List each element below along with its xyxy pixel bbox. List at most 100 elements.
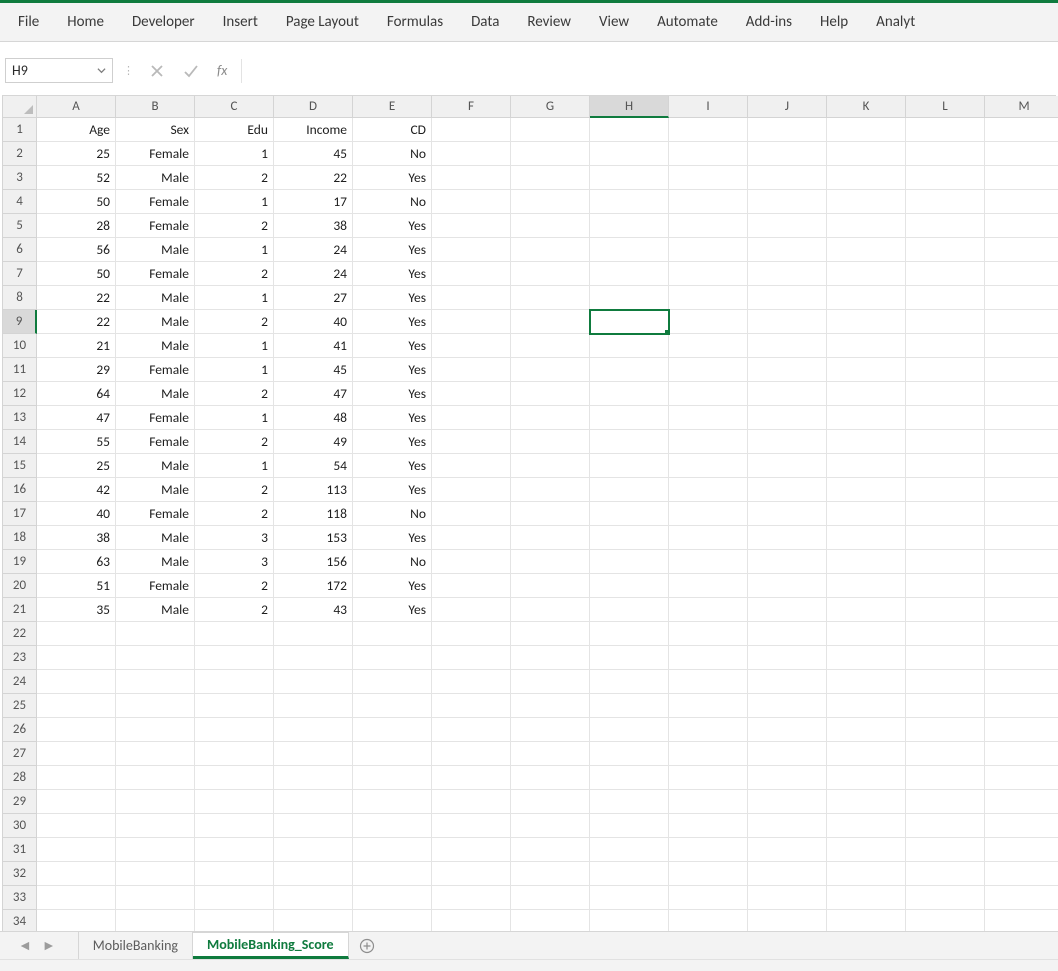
cell-K22[interactable] [827,622,906,646]
cell-D24[interactable] [274,670,353,694]
cell-D22[interactable] [274,622,353,646]
row-header-4[interactable]: 4 [3,190,37,214]
cell-G8[interactable] [511,286,590,310]
cell-E4[interactable]: No [353,190,432,214]
row-header-13[interactable]: 13 [3,406,37,430]
cell-B5[interactable]: Female [116,214,195,238]
cell-L17[interactable] [906,502,985,526]
cell-H1[interactable] [590,118,669,142]
cell-G26[interactable] [511,718,590,742]
cell-F2[interactable] [432,142,511,166]
cell-I25[interactable] [669,694,748,718]
cell-M17[interactable] [985,502,1058,526]
cell-C29[interactable] [195,790,274,814]
cell-I8[interactable] [669,286,748,310]
cell-K11[interactable] [827,358,906,382]
row-header-23[interactable]: 23 [3,646,37,670]
row-header-16[interactable]: 16 [3,478,37,502]
cell-M3[interactable] [985,166,1058,190]
cell-L12[interactable] [906,382,985,406]
ribbon-tab-automate[interactable]: Automate [643,3,732,41]
cell-A21[interactable]: 35 [37,598,116,622]
cell-H30[interactable] [590,814,669,838]
cell-B14[interactable]: Female [116,430,195,454]
ribbon-tab-developer[interactable]: Developer [118,3,209,41]
column-header-L[interactable]: L [906,96,985,118]
cell-A15[interactable]: 25 [37,454,116,478]
cell-G17[interactable] [511,502,590,526]
drag-handle-icon[interactable]: ⋮ [113,64,143,77]
cell-C24[interactable] [195,670,274,694]
cell-I5[interactable] [669,214,748,238]
cell-C23[interactable] [195,646,274,670]
cell-L24[interactable] [906,670,985,694]
cell-E30[interactable] [353,814,432,838]
cell-K3[interactable] [827,166,906,190]
cell-G2[interactable] [511,142,590,166]
cell-B3[interactable]: Male [116,166,195,190]
cell-I24[interactable] [669,670,748,694]
cell-B31[interactable] [116,838,195,862]
cell-E32[interactable] [353,862,432,886]
cell-F14[interactable] [432,430,511,454]
cell-B12[interactable]: Male [116,382,195,406]
cell-H23[interactable] [590,646,669,670]
cell-C9[interactable]: 2 [195,310,274,334]
column-header-G[interactable]: G [511,96,590,118]
cell-E33[interactable] [353,886,432,910]
cell-G32[interactable] [511,862,590,886]
cell-G22[interactable] [511,622,590,646]
cell-D19[interactable]: 156 [274,550,353,574]
cell-A10[interactable]: 21 [37,334,116,358]
row-header-5[interactable]: 5 [3,214,37,238]
cell-G27[interactable] [511,742,590,766]
cell-G31[interactable] [511,838,590,862]
cell-K27[interactable] [827,742,906,766]
cell-G16[interactable] [511,478,590,502]
row-header-33[interactable]: 33 [3,886,37,910]
cell-B24[interactable] [116,670,195,694]
cancel-formula-icon[interactable] [149,63,165,79]
cell-K6[interactable] [827,238,906,262]
cell-D32[interactable] [274,862,353,886]
cell-E12[interactable]: Yes [353,382,432,406]
cell-H6[interactable] [590,238,669,262]
cell-A9[interactable]: 22 [37,310,116,334]
cell-A2[interactable]: 25 [37,142,116,166]
cell-I17[interactable] [669,502,748,526]
cell-J13[interactable] [748,406,827,430]
cell-A19[interactable]: 63 [37,550,116,574]
cell-B7[interactable]: Female [116,262,195,286]
cell-M24[interactable] [985,670,1058,694]
cell-A8[interactable]: 22 [37,286,116,310]
cell-J11[interactable] [748,358,827,382]
row-header-15[interactable]: 15 [3,454,37,478]
ribbon-tab-data[interactable]: Data [457,3,513,41]
cell-L20[interactable] [906,574,985,598]
cell-G23[interactable] [511,646,590,670]
cell-J20[interactable] [748,574,827,598]
cell-D29[interactable] [274,790,353,814]
cell-B13[interactable]: Female [116,406,195,430]
cell-I3[interactable] [669,166,748,190]
row-header-24[interactable]: 24 [3,670,37,694]
cell-L22[interactable] [906,622,985,646]
cell-M2[interactable] [985,142,1058,166]
cell-D4[interactable]: 17 [274,190,353,214]
cell-H3[interactable] [590,166,669,190]
ribbon-tab-review[interactable]: Review [513,3,585,41]
cell-K17[interactable] [827,502,906,526]
cell-J2[interactable] [748,142,827,166]
cell-A18[interactable]: 38 [37,526,116,550]
cell-B23[interactable] [116,646,195,670]
cell-K31[interactable] [827,838,906,862]
cell-H20[interactable] [590,574,669,598]
cell-F31[interactable] [432,838,511,862]
cell-A26[interactable] [37,718,116,742]
cell-D12[interactable]: 47 [274,382,353,406]
cell-A33[interactable] [37,886,116,910]
cell-F30[interactable] [432,814,511,838]
cell-G15[interactable] [511,454,590,478]
cell-L31[interactable] [906,838,985,862]
cell-I7[interactable] [669,262,748,286]
